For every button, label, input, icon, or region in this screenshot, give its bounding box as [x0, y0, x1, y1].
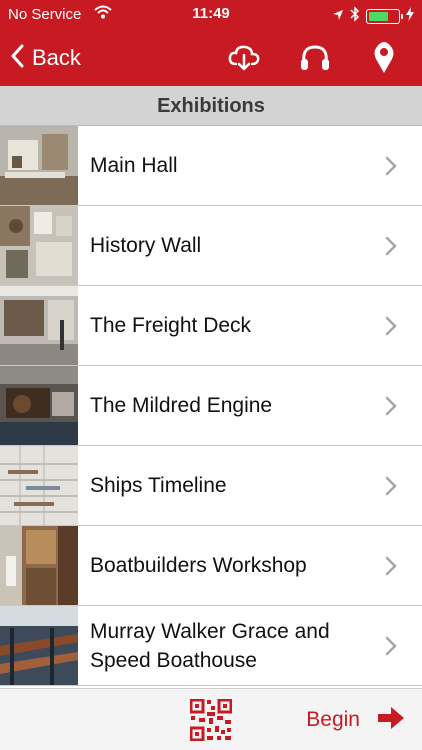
exhibit-thumbnail: [0, 126, 78, 205]
exhibit-thumbnail: [0, 606, 78, 685]
navigation-bar: Back: [0, 30, 422, 86]
qr-code-icon[interactable]: [189, 698, 233, 742]
section-title: Exhibitions: [0, 86, 422, 126]
cloud-download-icon[interactable]: [226, 40, 262, 76]
exhibit-thumbnail: [0, 526, 78, 605]
exhibit-thumbnail: [0, 446, 78, 525]
headphones-icon[interactable]: [297, 40, 333, 76]
status-bar: No Service 11:49: [0, 0, 422, 30]
list-item-label: Murray Walker Grace and Speed Boathouse: [90, 619, 330, 672]
chevron-right-icon: [385, 316, 397, 336]
chevron-right-icon: [385, 156, 397, 176]
list-item-label: Boatbuilders Workshop: [90, 554, 307, 577]
back-button[interactable]: Back: [10, 38, 81, 78]
exhibit-thumbnail: [0, 286, 78, 365]
chevron-right-icon: [385, 556, 397, 576]
exhibition-list: Main Hall History Wall The Freight Deck …: [0, 126, 422, 686]
list-item-the-freight-deck[interactable]: The Freight Deck: [0, 286, 422, 366]
begin-button-label: Begin: [306, 708, 360, 731]
battery-icon: [366, 8, 403, 24]
location-arrow-icon: [332, 8, 344, 25]
list-item-boatbuilders-workshop[interactable]: Boatbuilders Workshop: [0, 526, 422, 606]
back-button-label: Back: [32, 45, 81, 70]
arrow-right-icon: [378, 706, 404, 734]
begin-button[interactable]: Begin: [306, 699, 404, 741]
chevron-left-icon: [10, 44, 24, 73]
bluetooth-icon: [350, 6, 360, 26]
exhibit-thumbnail: [0, 206, 78, 285]
list-item-label: Ships Timeline: [90, 474, 227, 497]
charging-bolt-icon: [406, 7, 414, 25]
chevron-right-icon: [385, 476, 397, 496]
list-item-label: History Wall: [90, 234, 202, 257]
chevron-right-icon: [385, 396, 397, 416]
list-item-murray-walker-grace-speed-boathouse[interactable]: Murray Walker Grace and Speed Boathouse: [0, 606, 422, 686]
location-pin-icon[interactable]: [366, 40, 402, 76]
list-item-label: The Freight Deck: [90, 314, 252, 337]
list-item-label: Main Hall: [90, 154, 178, 177]
chevron-right-icon: [385, 236, 397, 256]
list-item-history-wall[interactable]: History Wall: [0, 206, 422, 286]
list-item-the-mildred-engine[interactable]: The Mildred Engine: [0, 366, 422, 446]
chevron-right-icon: [385, 636, 397, 656]
list-item-main-hall[interactable]: Main Hall: [0, 126, 422, 206]
bottom-toolbar: Begin: [0, 688, 422, 750]
exhibit-thumbnail: [0, 366, 78, 445]
list-item-label: The Mildred Engine: [90, 394, 273, 417]
list-item-ships-timeline[interactable]: Ships Timeline: [0, 446, 422, 526]
